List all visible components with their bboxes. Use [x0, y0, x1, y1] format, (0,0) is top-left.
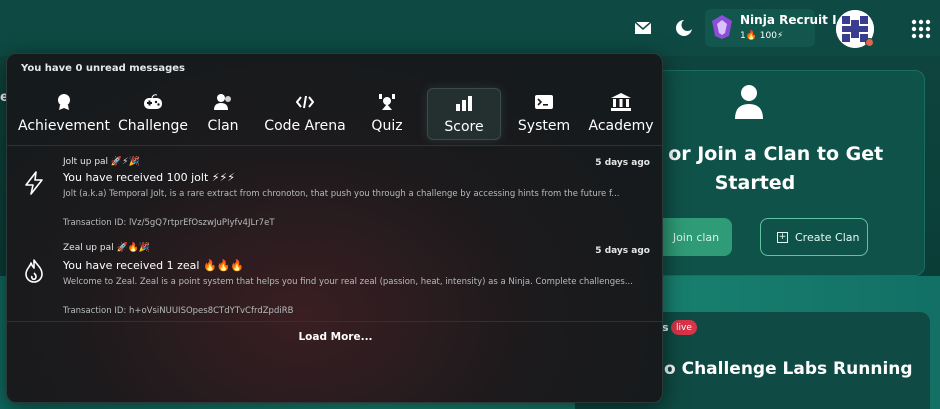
live-badge: live: [671, 320, 697, 335]
notification-body: Welcome to Zeal. Zeal is a point system …: [63, 277, 633, 287]
tab-label: Academy: [588, 118, 654, 134]
moon-icon[interactable]: [674, 18, 694, 38]
tab-code-arena[interactable]: Code Arena: [261, 88, 349, 140]
notification-tabs: Achievement Challenge Clan Code Arena Qu…: [7, 88, 662, 144]
tab-score[interactable]: Score: [427, 88, 501, 140]
notifications-panel: You have 0 unread messages Achievement C…: [6, 53, 663, 403]
apps-grid-icon[interactable]: [911, 19, 931, 39]
load-more-button[interactable]: Load More...: [7, 331, 662, 343]
tab-academy[interactable]: Academy: [585, 88, 657, 140]
transaction-id: Transaction ID: h+oVsiNUUISOpes8CTdYTvCf…: [63, 306, 294, 316]
tab-clan[interactable]: Clan: [195, 88, 251, 140]
notification-time: 5 days ago: [595, 246, 650, 256]
code-icon: [295, 92, 315, 112]
profile-name: Ninja Recruit I: [740, 13, 837, 27]
unread-messages-header: You have 0 unread messages: [21, 63, 185, 74]
profile-stats: 1🔥 100⚡: [740, 31, 784, 41]
flame-icon: [23, 259, 47, 283]
tab-label: System: [517, 118, 571, 134]
profile-card[interactable]: Ninja Recruit I 1🔥 100⚡: [705, 9, 837, 47]
mail-icon[interactable]: [633, 18, 653, 38]
create-clan-label: Create Clan: [795, 230, 860, 244]
rank-badge-icon: [711, 14, 733, 40]
notification-title: You have received 1 zeal 🔥🔥🔥: [63, 259, 245, 272]
notification-time: 5 days ago: [595, 158, 650, 168]
notification-sender: Jolt up pal 🚀⚡🎉: [63, 157, 140, 167]
panel-divider: [7, 321, 662, 322]
tab-label: Score: [444, 119, 484, 135]
bar-chart-icon: [454, 93, 474, 113]
tab-label: Achievement: [18, 118, 110, 134]
tabs-divider: [7, 145, 662, 146]
tab-label: Challenge: [118, 118, 188, 134]
labs-status-text: o Challenge Labs Running: [664, 359, 913, 379]
tab-system[interactable]: System: [511, 88, 577, 140]
tab-label: Quiz: [371, 118, 403, 134]
person-icon: [733, 84, 765, 120]
notification-sender: Zeal up pal 🚀🔥🎉: [63, 243, 151, 253]
plus-icon: +: [777, 231, 788, 243]
building-columns-icon: [611, 92, 631, 112]
users-icon: [213, 92, 233, 112]
lightning-icon: [23, 171, 47, 195]
quiz-icon: [377, 92, 397, 112]
create-clan-button[interactable]: + Create Clan: [760, 218, 868, 256]
notification-body: Jolt (a.k.a) Temporal Jolt, is a rare ex…: [63, 189, 620, 199]
tab-label: Clan: [207, 118, 239, 134]
gamepad-icon: [143, 92, 163, 112]
tab-achievement[interactable]: Achievement: [13, 88, 115, 140]
terminal-icon: [534, 92, 554, 112]
avatar-status-dot: [865, 38, 874, 47]
tab-challenge[interactable]: Challenge: [111, 88, 195, 140]
notification-title: You have received 100 jolt ⚡⚡⚡: [63, 171, 235, 184]
tab-quiz[interactable]: Quiz: [363, 88, 411, 140]
transaction-id: Transaction ID: lVz/5gQ7rtprEfOszwJuPIyf…: [63, 218, 275, 228]
tab-label: Code Arena: [264, 118, 346, 134]
medal-icon: [54, 92, 74, 112]
